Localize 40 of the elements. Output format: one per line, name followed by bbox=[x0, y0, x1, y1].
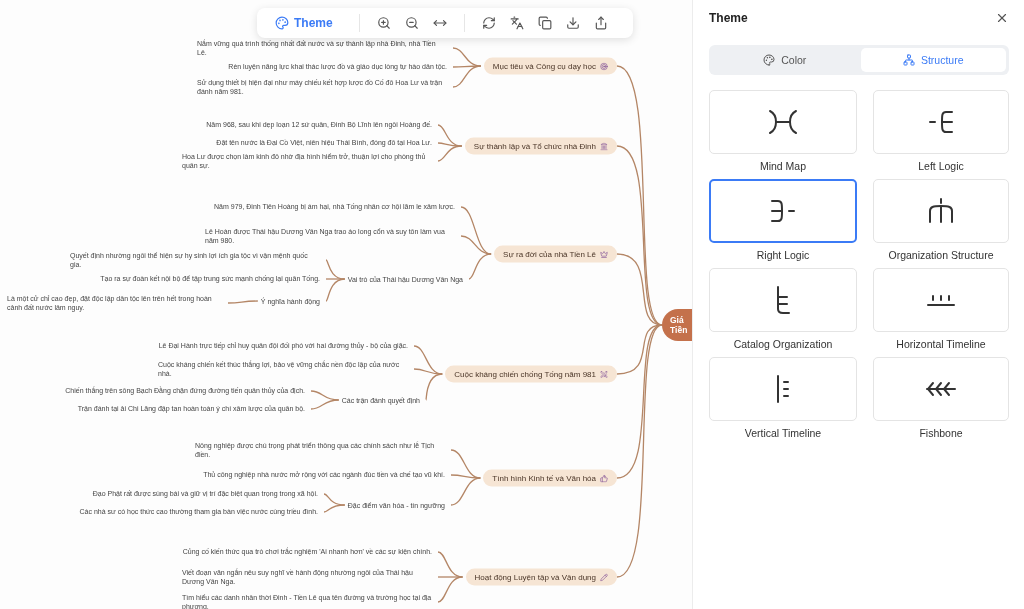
pencil-icon bbox=[600, 573, 608, 581]
structure-label: Horizontal Timeline bbox=[896, 338, 986, 350]
tab[interactable]: Structure bbox=[860, 48, 1006, 72]
mind-map-icon bbox=[767, 109, 799, 135]
horizontal-timeline-icon bbox=[926, 293, 956, 307]
vertical-timeline-icon bbox=[775, 374, 791, 404]
fishbone-icon bbox=[925, 379, 957, 399]
branch-topic[interactable]: Mục tiêu và Công cụ dạy học bbox=[483, 57, 617, 75]
branch-topic[interactable]: Sự thành lập và Tổ chức nhà Đinh bbox=[464, 137, 617, 155]
organization-icon bbox=[926, 197, 956, 225]
theme-button[interactable]: Theme bbox=[271, 14, 337, 32]
target-icon bbox=[600, 62, 608, 70]
swords-icon bbox=[600, 370, 608, 378]
structure-label: Vertical Timeline bbox=[744, 427, 822, 439]
branch-topic[interactable]: Cuộc kháng chiến chống Tống năm 981 bbox=[445, 365, 617, 383]
thumbs-up-icon bbox=[600, 474, 608, 482]
left-logic-icon bbox=[926, 109, 956, 135]
structure-label: Left Logic bbox=[918, 160, 964, 172]
palette-icon bbox=[275, 16, 289, 30]
landmark-icon bbox=[600, 142, 608, 150]
structure-label: Mind Map bbox=[759, 160, 807, 172]
connector-line bbox=[310, 399, 340, 410]
structure-label: Catalog Organization bbox=[733, 338, 833, 350]
structure-card[interactable] bbox=[709, 179, 857, 243]
palette-icon bbox=[763, 54, 776, 66]
root-topic[interactable]: Giá Tiền bbox=[662, 309, 692, 341]
crown-icon bbox=[600, 250, 608, 258]
right-logic-icon bbox=[768, 198, 798, 224]
network-icon bbox=[902, 54, 915, 66]
connector-line bbox=[227, 300, 259, 304]
branch-topic[interactable]: Tình hình Kinh tế và Văn hóa bbox=[483, 469, 617, 487]
tab[interactable]: Color bbox=[712, 48, 858, 72]
structure-label: Organization Structure bbox=[888, 249, 994, 261]
panel-title: Theme bbox=[709, 11, 748, 25]
connector-line bbox=[310, 390, 340, 401]
structure-label: Right Logic bbox=[756, 249, 810, 261]
branch-topic[interactable]: Hoạt động Luyện tập và Vận dụng bbox=[465, 568, 617, 586]
branch-topic[interactable]: Sự ra đời của nhà Tiền Lê bbox=[494, 245, 617, 263]
close-icon[interactable] bbox=[995, 11, 1009, 25]
structure-label: Fishbone bbox=[919, 427, 963, 439]
